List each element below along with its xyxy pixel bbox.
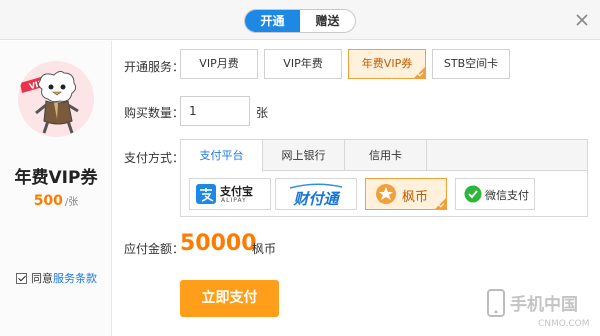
alipay-sub: ALIPAY bbox=[221, 197, 247, 204]
wechat-icon bbox=[464, 185, 482, 203]
watermark-logo: 手机中国 CNMO.COM bbox=[484, 284, 596, 332]
tenpay-name: 财付通 bbox=[293, 190, 339, 208]
price-unit: /张 bbox=[64, 197, 79, 208]
price-line: 500/张 bbox=[0, 193, 112, 209]
agree-terms: 同意 服务条款 bbox=[16, 270, 97, 286]
amount-value: 50000 bbox=[180, 231, 257, 256]
service-vip-yearly[interactable]: VIP年费 bbox=[264, 49, 342, 79]
close-icon[interactable] bbox=[572, 10, 592, 30]
tab-open[interactable]: 开通 bbox=[245, 10, 300, 32]
pay-tabs: 支付平台 网上银行 信用卡 bbox=[181, 140, 587, 172]
pay-option-tenpay[interactable]: 财付通 bbox=[275, 178, 357, 210]
service-vip-voucher[interactable]: 年费VIP券 bbox=[348, 49, 426, 79]
service-label: 开通服务： bbox=[124, 60, 185, 74]
watermark-title: 手机中国 bbox=[510, 294, 578, 315]
mode-tabs: 开通 赠送 bbox=[244, 9, 356, 33]
quantity-unit: 张 bbox=[256, 106, 269, 120]
top-bar: 开通 赠送 bbox=[0, 0, 600, 40]
tab-online-bank[interactable]: 网上银行 bbox=[263, 140, 345, 171]
product-panel: VIP 年费VIP券 500/张 同意 服务条款 bbox=[0, 41, 112, 336]
pay-option-wechat[interactable]: 微信支付 bbox=[455, 178, 535, 210]
fengbi-name: 枫币 bbox=[402, 190, 429, 205]
pay-option-alipay[interactable]: 支付宝 ALIPAY bbox=[189, 178, 271, 210]
amount-unit: 枫币 bbox=[252, 242, 277, 256]
tab-pay-platform[interactable]: 支付平台 bbox=[181, 140, 263, 172]
pay-method-label: 支付方式： bbox=[124, 151, 185, 165]
tab-gift[interactable]: 赠送 bbox=[300, 10, 355, 32]
service-vip-monthly[interactable]: VIP月费 bbox=[180, 49, 258, 79]
quantity-input[interactable]: 1 bbox=[180, 96, 250, 126]
fengbi-icon bbox=[376, 184, 396, 204]
watermark-url: CNMO.COM bbox=[538, 319, 590, 329]
amount-label: 应付金额： bbox=[124, 242, 185, 256]
selected-check-icon bbox=[414, 67, 425, 78]
tab-credit-card[interactable]: 信用卡 bbox=[345, 140, 427, 171]
agree-text: 同意 bbox=[31, 272, 53, 285]
pay-option-fengbi[interactable]: 枫币 bbox=[365, 178, 447, 210]
mascot-avatar: VIP bbox=[18, 61, 94, 137]
product-price: 500 bbox=[33, 193, 63, 209]
quantity-label: 购买数量： bbox=[124, 106, 185, 120]
pay-panel: 支付平台 网上银行 信用卡 支付宝 ALIPAY 财付通 枫币 微信支付 bbox=[180, 139, 588, 217]
service-vip-voucher-label: 年费VIP券 bbox=[361, 57, 413, 70]
product-name: 年费VIP券 bbox=[14, 168, 98, 188]
agree-checkbox[interactable] bbox=[16, 272, 27, 284]
service-stb-card[interactable]: STB空间卡 bbox=[432, 49, 510, 79]
wechat-name: 微信支付 bbox=[485, 189, 529, 202]
selected-check-icon bbox=[435, 198, 446, 209]
terms-link[interactable]: 服务条款 bbox=[53, 270, 97, 286]
pay-now-button[interactable]: 立即支付 bbox=[180, 280, 279, 317]
